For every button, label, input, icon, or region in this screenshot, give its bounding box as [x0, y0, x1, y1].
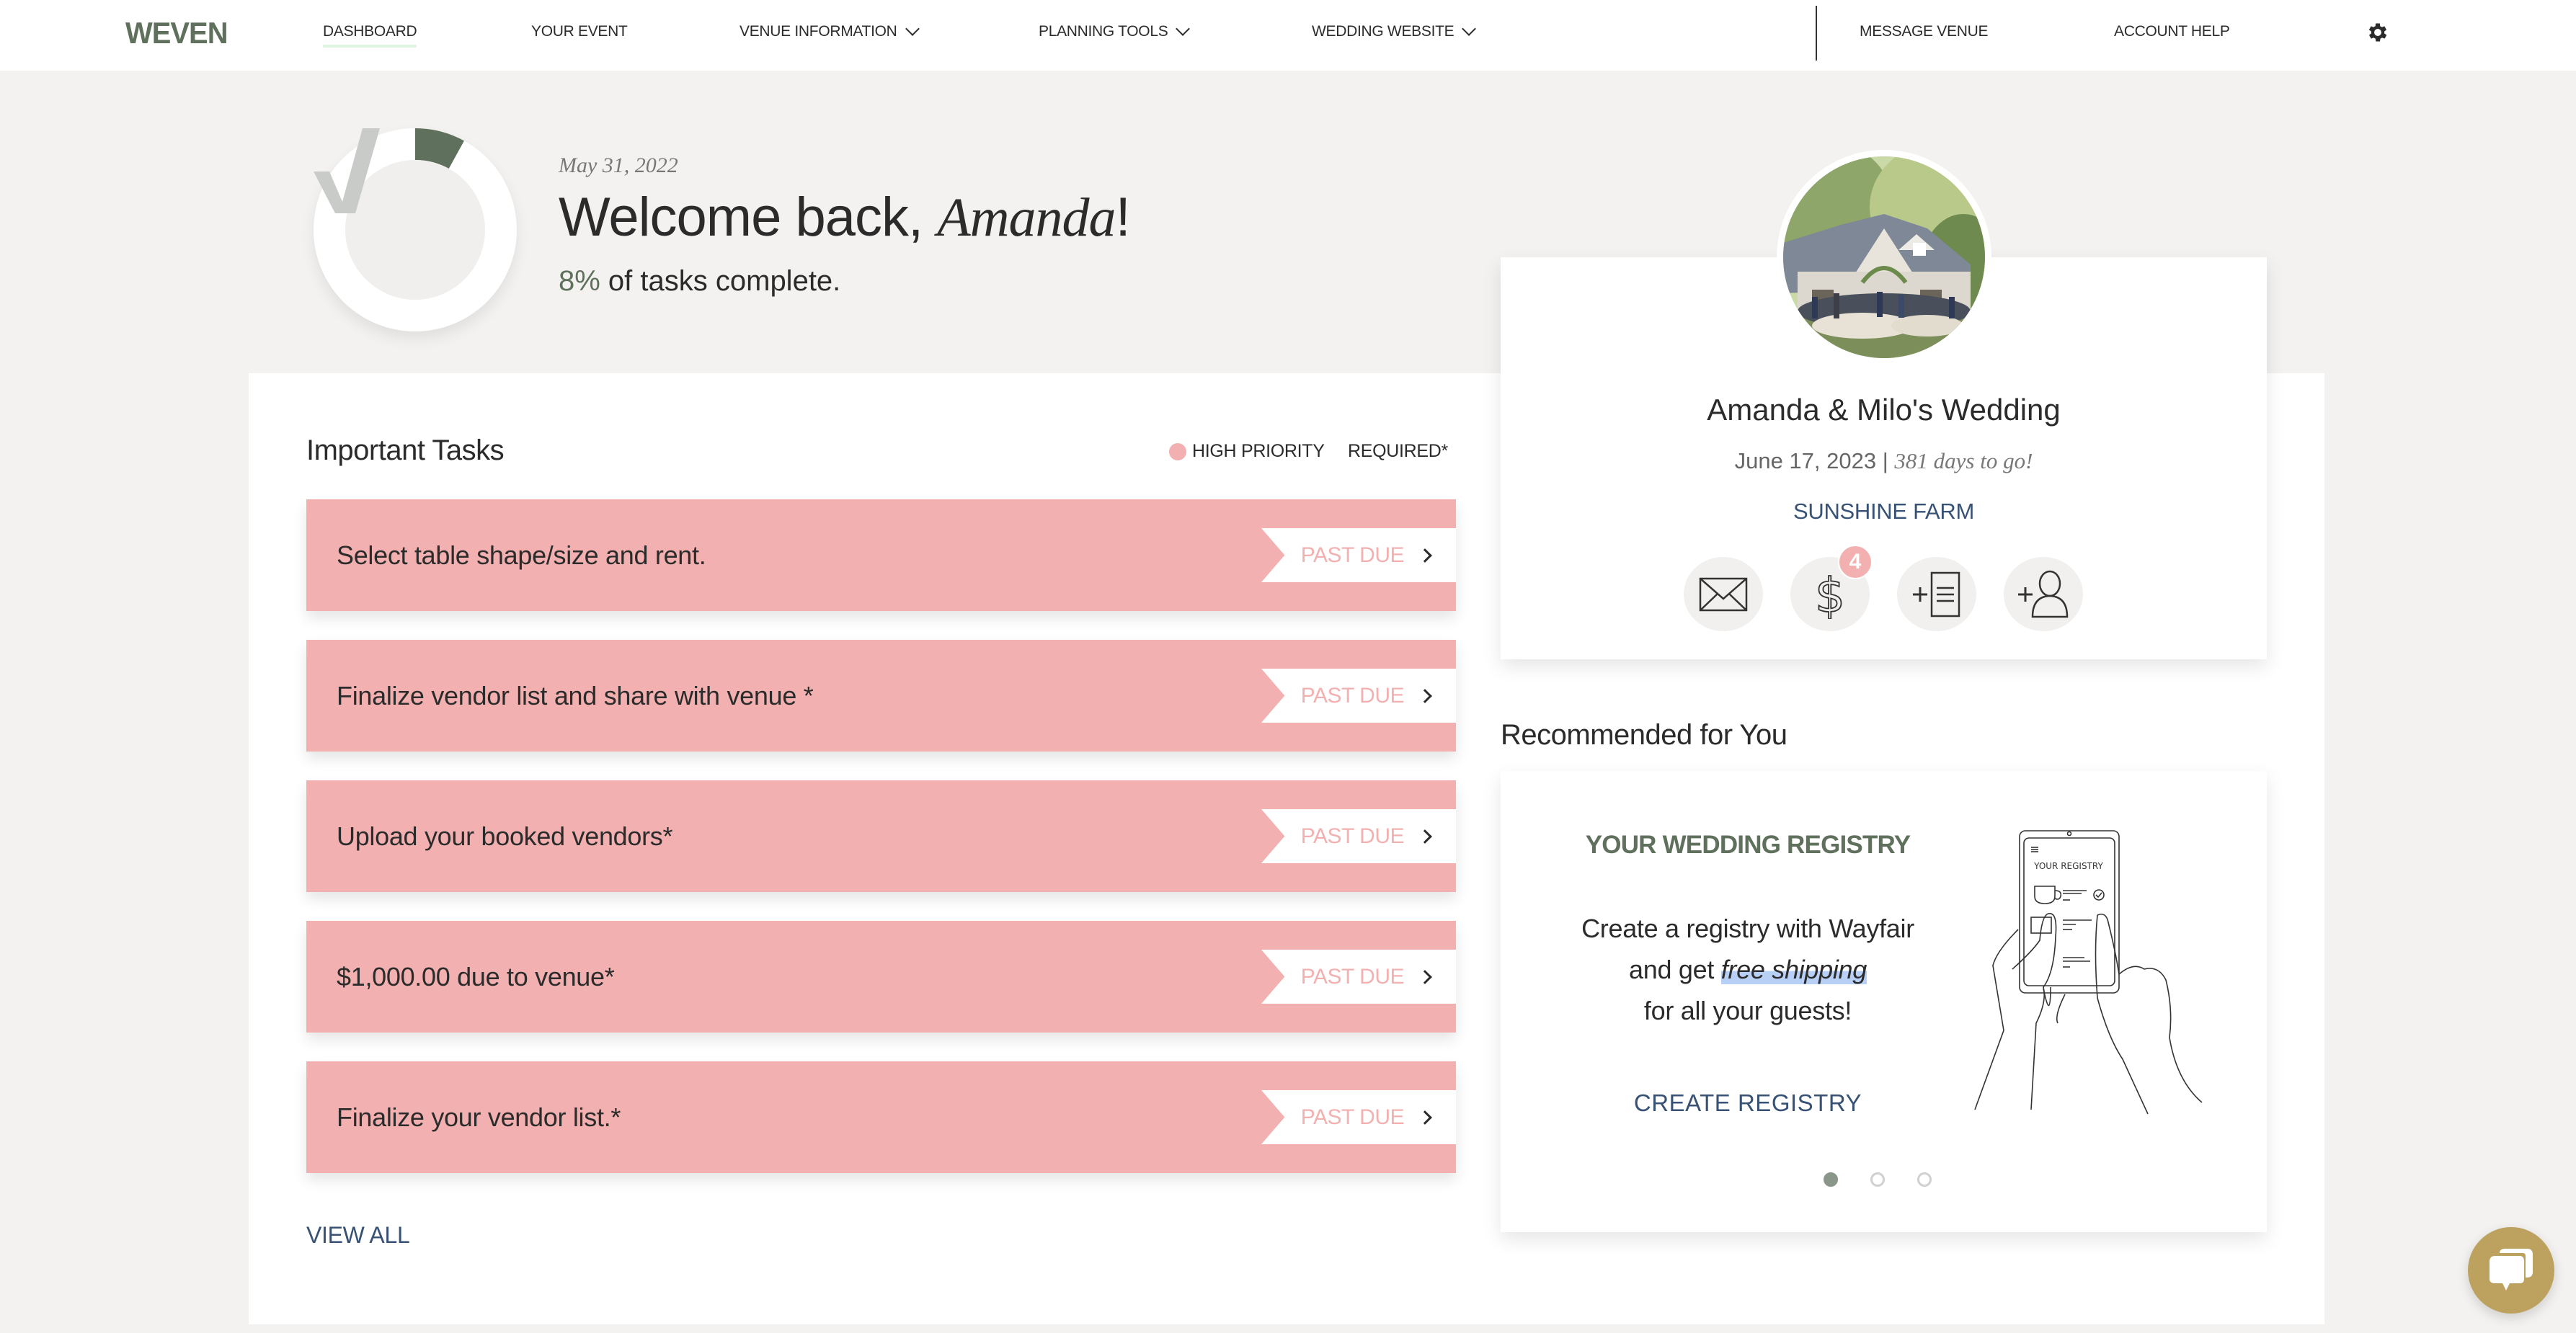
current-date: May 31, 2022	[559, 153, 678, 177]
welcome-greeting: Welcome back,	[559, 187, 938, 248]
task-status: PAST DUE	[1300, 543, 1405, 567]
venue-photo	[1783, 156, 1985, 358]
chevron-down-icon	[1462, 22, 1477, 36]
add-document-button[interactable]	[1897, 557, 1976, 631]
dollar-icon: $	[1814, 570, 1846, 619]
event-date: June 17, 2023	[1734, 448, 1877, 473]
task-text: Select table shape/size and rent.	[337, 540, 706, 570]
task-status: PAST DUE	[1300, 1105, 1405, 1129]
task-status: PAST DUE	[1300, 964, 1405, 989]
nav-divider	[1816, 6, 1817, 61]
event-date-line: June 17, 2023 | 381 days to go!	[1501, 448, 2267, 474]
event-title: Amanda & Milo's Wedding	[1707, 393, 2061, 427]
task-progress-ring	[314, 128, 517, 331]
legend-high-priority-label: HIGH PRIORITY	[1192, 441, 1325, 461]
registry-heading: YOUR WEDDING REGISTRY	[1585, 831, 1911, 859]
nav-wedding-website-label: WEDDING WEBSITE	[1312, 23, 1454, 40]
chevron-right-icon	[1418, 969, 1432, 984]
gear-icon[interactable]	[2366, 20, 2390, 45]
nav-planning-tools[interactable]: PLANNING TOOLS	[1039, 22, 1191, 40]
carousel-dot-3[interactable]	[1917, 1172, 1932, 1187]
svg-text:$: $	[1815, 570, 1845, 619]
registry-line-2: and get free shipping	[1535, 949, 1960, 990]
important-tasks-title: Important Tasks	[306, 434, 505, 466]
envelope-icon	[1699, 577, 1748, 611]
chevron-down-icon	[905, 22, 920, 36]
registry-line-3: for all your guests!	[1643, 996, 1852, 1025]
phone-registry-illustration: YOUR REGISTRY	[1974, 830, 2203, 1115]
priority-dot-icon	[1169, 442, 1186, 460]
tasks-complete-summary: 8% of tasks complete.	[559, 265, 840, 298]
venue-link[interactable]: SUNSHINE FARM	[1501, 499, 2267, 525]
percent-complete: 8%	[559, 265, 600, 297]
recommended-title: Recommended for You	[1501, 719, 1787, 751]
task-text: Upload your booked vendors*	[337, 821, 673, 851]
past-due-badge[interactable]: PAST DUE	[1261, 669, 1456, 723]
message-button[interactable]	[1684, 557, 1763, 631]
legend-required-label: REQUIRED*	[1348, 441, 1448, 461]
chat-bubbles-icon	[2490, 1249, 2533, 1290]
chevron-right-icon	[1418, 829, 1432, 844]
task-text: Finalize vendor list and share with venu…	[337, 680, 814, 710]
venue-photo-avatar[interactable]	[1783, 156, 1985, 358]
event-countdown: 381 days to go!	[1894, 448, 2033, 473]
task-status: PAST DUE	[1300, 683, 1405, 708]
registry-description: Create a registry with Wayfair and get f…	[1535, 908, 1960, 1031]
nav-account-help-label: ACCOUNT HELP	[2114, 23, 2230, 40]
chat-button[interactable]	[2468, 1227, 2554, 1314]
create-registry-button[interactable]: CREATE REGISTRY	[1557, 1089, 1939, 1117]
task-status: PAST DUE	[1300, 824, 1405, 848]
task-row[interactable]: Finalize your vendor list.* PAST DUE	[306, 1061, 1456, 1173]
carousel-pagination	[1824, 1172, 1932, 1187]
add-person-icon	[2018, 570, 2069, 618]
checkmark-icon	[314, 128, 380, 213]
nav-account-help[interactable]: ACCOUNT HELP	[2114, 23, 2230, 40]
add-document-icon	[1913, 571, 1960, 617]
task-text: Finalize your vendor list.*	[337, 1102, 621, 1132]
legend-required: REQUIRED*	[1348, 441, 1448, 462]
welcome-name: Amanda	[937, 187, 1116, 248]
past-due-badge[interactable]: PAST DUE	[1261, 1090, 1456, 1144]
illustration-label: YOUR REGISTRY	[2033, 861, 2103, 871]
chevron-right-icon	[1418, 548, 1432, 563]
nav-dashboard[interactable]: DASHBOARD	[323, 23, 417, 48]
nav-your-event[interactable]: YOUR EVENT	[531, 23, 628, 40]
past-due-badge[interactable]: PAST DUE	[1261, 809, 1456, 863]
past-due-badge[interactable]: PAST DUE	[1261, 950, 1456, 1004]
registry-line-1: Create a registry with Wayfair	[1581, 914, 1914, 943]
nav-your-event-label: YOUR EVENT	[531, 23, 628, 40]
past-due-badge[interactable]: PAST DUE	[1261, 528, 1456, 582]
task-row[interactable]: Upload your booked vendors* PAST DUE	[306, 780, 1456, 892]
add-guest-button[interactable]	[2004, 557, 2083, 631]
nav-wedding-website[interactable]: WEDDING WEBSITE	[1312, 22, 1477, 40]
task-row[interactable]: $1,000.00 due to venue* PAST DUE	[306, 921, 1456, 1033]
carousel-dot-1[interactable]	[1824, 1172, 1838, 1187]
task-row[interactable]: Finalize vendor list and share with venu…	[306, 640, 1456, 752]
nav-message-venue-label: MESSAGE VENUE	[1860, 23, 1989, 40]
carousel-dot-2[interactable]	[1870, 1172, 1885, 1187]
event-date-separator: |	[1876, 448, 1895, 473]
top-nav: WEVEN DASHBOARD YOUR EVENT VENUE INFORMA…	[0, 0, 2576, 71]
welcome-exclaim: !	[1115, 187, 1131, 248]
task-text: $1,000.00 due to venue*	[337, 961, 615, 991]
welcome-heading: Welcome back, Amanda!	[559, 186, 1131, 249]
nav-venue-information[interactable]: VENUE INFORMATION	[740, 22, 920, 40]
chevron-down-icon	[1176, 22, 1191, 36]
percent-suffix: of tasks complete.	[600, 265, 841, 297]
free-shipping-highlight: free shipping	[1720, 955, 1867, 984]
payments-notification-badge: 4	[1838, 545, 1873, 579]
weven-logo[interactable]: WEVEN	[125, 16, 228, 50]
nav-dashboard-label: DASHBOARD	[323, 23, 417, 40]
chevron-right-icon	[1418, 1110, 1432, 1125]
legend-high-priority: HIGH PRIORITY	[1169, 441, 1325, 462]
registry-line-2-pre: and get	[1629, 955, 1721, 984]
task-row[interactable]: Select table shape/size and rent. PAST D…	[306, 499, 1456, 611]
nav-planning-tools-label: PLANNING TOOLS	[1039, 23, 1168, 40]
chevron-right-icon	[1418, 688, 1432, 703]
view-all-tasks-link[interactable]: VIEW ALL	[306, 1222, 410, 1249]
nav-venue-information-label: VENUE INFORMATION	[740, 23, 897, 40]
nav-message-venue[interactable]: MESSAGE VENUE	[1860, 23, 1988, 40]
